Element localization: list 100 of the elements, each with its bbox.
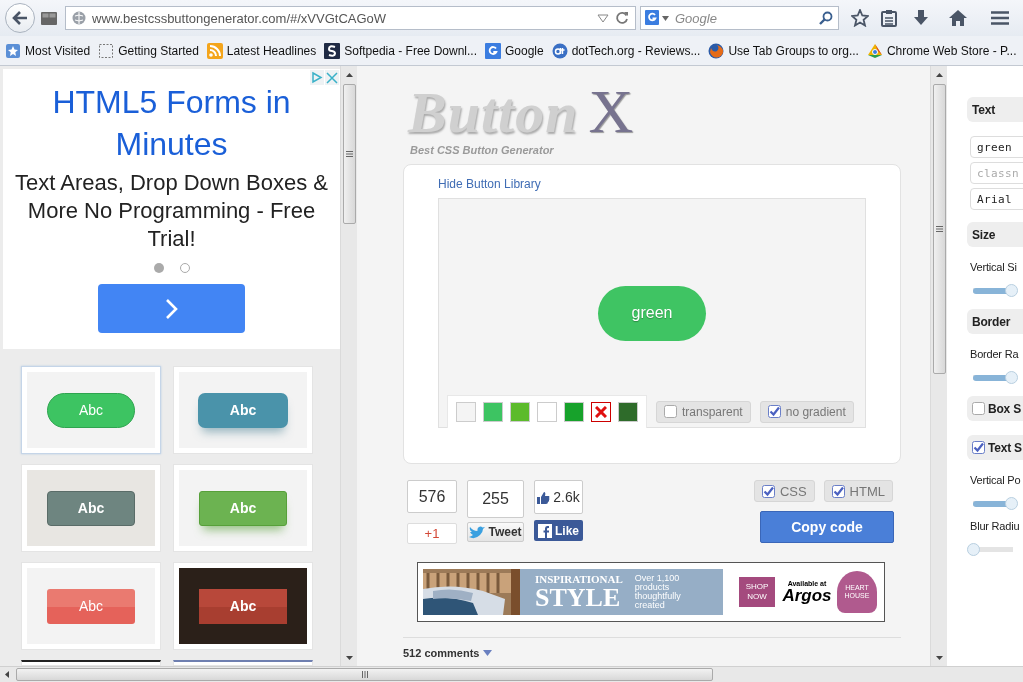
setting-label: Vertical Po xyxy=(970,474,1022,486)
store-logo: Argos xyxy=(782,587,832,604)
scroll-up-icon[interactable] xyxy=(935,72,943,77)
scroll-down-icon[interactable] xyxy=(935,655,943,660)
preset-tile[interactable] xyxy=(21,660,161,666)
checkbox[interactable] xyxy=(831,484,845,498)
home-icon[interactable] xyxy=(949,10,967,26)
bookmark-link[interactable]: Getting Started xyxy=(118,43,199,58)
preset-tile[interactable] xyxy=(173,660,313,666)
bookmark-link[interactable]: Latest Headlines xyxy=(226,43,317,58)
thumbs-up-icon xyxy=(537,490,551,504)
share-count: 2.6k xyxy=(534,480,583,514)
dropdown-icon[interactable] xyxy=(662,16,669,21)
carousel-dot[interactable] xyxy=(179,263,190,273)
carousel-dot[interactable] xyxy=(153,263,164,273)
slider-thumb[interactable] xyxy=(1005,284,1018,297)
bookmark-link[interactable]: Most Visited xyxy=(25,43,91,58)
ad-headline[interactable]: HTML5 Forms in Minutes xyxy=(23,81,320,165)
scroll-thumb[interactable] xyxy=(342,84,356,224)
reload-icon[interactable] xyxy=(615,11,629,25)
horizontal-scroll-thumb[interactable] xyxy=(16,668,713,681)
bookmark-link[interactable]: Chrome Web Store - P... xyxy=(886,43,1017,58)
checkbox[interactable] xyxy=(972,441,985,454)
dropdown-icon[interactable] xyxy=(597,13,609,23)
slider-thumb[interactable] xyxy=(967,543,980,556)
copy-code-button[interactable]: Copy code xyxy=(760,511,894,543)
color-swatch[interactable] xyxy=(510,402,530,422)
scroll-thumb[interactable] xyxy=(932,84,946,374)
menu-icon[interactable] xyxy=(991,11,1009,25)
back-button[interactable] xyxy=(5,3,35,33)
share-count: 576 xyxy=(407,480,457,513)
section-header[interactable]: Box S xyxy=(967,396,1023,421)
vertical-scrollbar[interactable] xyxy=(930,66,947,666)
caret-icon[interactable] xyxy=(483,650,493,656)
hide-library-link[interactable]: Hide Button Library xyxy=(438,177,541,191)
chevron-icon[interactable] xyxy=(164,297,179,320)
site-icon xyxy=(324,42,341,59)
section-header[interactable]: Text S xyxy=(967,435,1023,460)
banner-text: Over 1,100 products thoughtfully created xyxy=(634,574,682,610)
bookmarks-star-icon xyxy=(5,42,21,59)
option-toggle[interactable]: transparent xyxy=(656,400,751,423)
ad-info-icon[interactable] xyxy=(310,70,324,85)
firefox-icon xyxy=(708,42,725,59)
slider-thumb[interactable] xyxy=(1005,497,1018,510)
preset-button: Abc xyxy=(47,588,135,624)
back-arrow-icon[interactable] xyxy=(12,11,28,25)
no-color-swatch[interactable] xyxy=(591,402,611,422)
text-field[interactable]: green xyxy=(970,136,1023,158)
share-button[interactable]: Tweet xyxy=(467,522,524,542)
section-header[interactable]: Border xyxy=(967,309,1023,334)
color-swatch[interactable] xyxy=(618,402,638,422)
checkbox[interactable] xyxy=(972,402,985,415)
share-button[interactable]: +1 xyxy=(407,523,457,544)
checkbox[interactable] xyxy=(767,405,781,418)
tab-groups-icon[interactable] xyxy=(41,11,57,25)
scroll-up-icon[interactable] xyxy=(345,72,353,77)
scroll-left-icon[interactable] xyxy=(5,671,9,678)
vertical-scrollbar[interactable] xyxy=(340,66,357,666)
font-select[interactable]: Arial xyxy=(970,188,1023,210)
preset-button: Abc xyxy=(47,392,135,428)
share-button[interactable]: Like xyxy=(534,520,583,541)
section-header[interactable]: Text xyxy=(967,97,1023,122)
address-bar[interactable]: www.bestcssbuttongenerator.com/#/xVVGtCAGoW xyxy=(65,6,636,30)
share-count: 255 xyxy=(467,480,524,518)
globe-icon xyxy=(72,11,86,25)
bird-icon xyxy=(469,525,486,539)
export-toggle[interactable]: HTML xyxy=(823,480,893,502)
ad-text: Text Areas, Drop Down Boxes & More No Programming - Free Trial! xyxy=(14,169,329,253)
blank-page-icon xyxy=(98,42,115,59)
color-swatch[interactable] xyxy=(537,402,557,422)
bookmark-link[interactable]: Use Tab Groups to org... xyxy=(728,43,859,58)
bookmark-link[interactable]: Google xyxy=(505,43,544,58)
google-g-icon xyxy=(645,10,659,25)
color-swatch[interactable] xyxy=(564,402,584,422)
search-field[interactable]: Google xyxy=(640,6,839,30)
google-g-icon xyxy=(485,42,501,59)
checkbox[interactable] xyxy=(664,405,677,418)
preset-tile[interactable]: Abc xyxy=(21,464,161,552)
comments-count[interactable]: 512 comments xyxy=(403,647,480,659)
bookmark-link[interactable]: dotTech.org - Reviews... xyxy=(571,43,701,58)
color-swatch[interactable] xyxy=(456,402,476,422)
export-toggle[interactable]: CSS xyxy=(753,480,815,502)
star-icon[interactable] xyxy=(851,9,869,27)
shop-now-button[interactable]: SHOP NOW xyxy=(739,577,775,607)
slider-thumb[interactable] xyxy=(1005,371,1018,384)
checkbox[interactable] xyxy=(761,484,775,498)
section-header[interactable]: Size xyxy=(967,222,1023,247)
close-icon[interactable] xyxy=(325,70,339,85)
reading-list-icon[interactable] xyxy=(881,9,897,27)
color-swatch[interactable] xyxy=(483,402,503,422)
download-icon[interactable] xyxy=(914,10,928,26)
search-icon[interactable] xyxy=(819,11,833,25)
preset-button: Abc xyxy=(47,490,135,526)
scroll-down-icon[interactable] xyxy=(345,655,353,660)
bookmark-link[interactable]: Softpedia - Free Downl... xyxy=(344,43,477,58)
option-toggle[interactable]: no gradient xyxy=(759,400,854,423)
preset-tile[interactable]: Abc xyxy=(173,562,313,650)
banner-headline: STYLE xyxy=(535,584,621,611)
setting-label: Blur Radiu xyxy=(970,520,1021,532)
banner-kicker: INSPIRATIONAL xyxy=(535,573,623,585)
